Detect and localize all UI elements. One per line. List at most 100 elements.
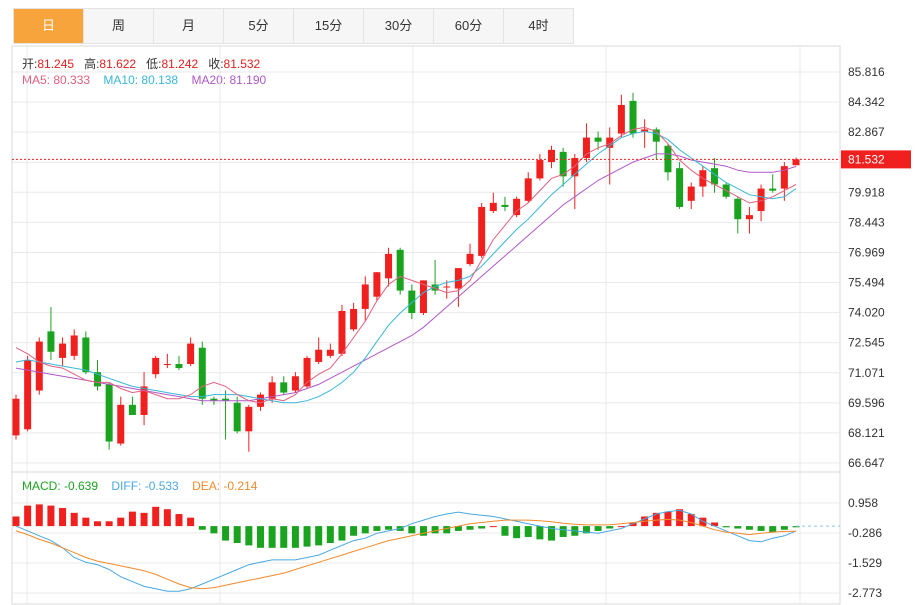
candle-body	[536, 160, 544, 179]
candle-body	[12, 398, 20, 436]
candle-body	[70, 335, 78, 356]
macd-bar	[466, 526, 474, 530]
macd-bar	[559, 526, 567, 537]
candle-body	[315, 349, 323, 362]
candle-body	[128, 404, 136, 416]
candlestick-chart[interactable]: 85.81684.34282.86781.39279.91878.44376.9…	[0, 0, 920, 605]
macd-bar	[105, 521, 113, 527]
macd-bar	[780, 526, 788, 530]
price-tick-label: 82.867	[848, 125, 885, 139]
candle-body	[548, 149, 556, 163]
price-tick-label: 79.918	[848, 185, 885, 199]
macd-bar	[757, 526, 765, 531]
macd-bar	[82, 517, 90, 527]
price-tick-label: 75.494	[848, 276, 885, 290]
macd-bar	[478, 526, 486, 529]
candle-body	[396, 249, 404, 291]
macd-bar	[245, 526, 253, 546]
candle-body	[350, 308, 358, 330]
macd-bar	[361, 526, 369, 534]
macd-bar	[175, 514, 183, 527]
macd-bar	[315, 526, 323, 546]
macd-bar	[734, 526, 742, 529]
candle-body	[245, 406, 253, 432]
price-tick-label: 76.969	[848, 245, 885, 259]
macd-bar	[326, 526, 334, 543]
macd-bar	[489, 526, 497, 528]
candle-body	[187, 343, 195, 365]
macd-bar	[664, 511, 672, 527]
candle-body	[513, 198, 521, 216]
candle-body	[35, 341, 43, 391]
macd-bar	[59, 508, 67, 527]
price-tick-label: 78.443	[848, 215, 885, 229]
price-tick-label: 84.342	[848, 95, 885, 109]
candle-body	[501, 204, 509, 207]
macd-bar	[722, 526, 730, 528]
candle-body	[233, 402, 241, 432]
macd-bar	[198, 526, 206, 530]
macd-bar	[524, 526, 532, 537]
macd-bar	[385, 526, 393, 530]
macd-bar	[338, 526, 346, 541]
candle-body	[256, 394, 264, 407]
price-tick-label: 69.596	[848, 396, 885, 410]
candle-body	[385, 253, 393, 279]
candle-body	[82, 337, 90, 373]
candle-body	[47, 331, 55, 352]
candle-body	[745, 215, 753, 220]
price-tick-label: 74.020	[848, 306, 885, 320]
macd-bar	[24, 505, 32, 527]
candle-body	[676, 168, 684, 207]
price-tick-label: 66.647	[848, 456, 885, 470]
candle-body	[361, 284, 369, 309]
candle-body	[792, 159, 800, 166]
price-tick-label: 68.121	[848, 426, 885, 440]
candle-body	[373, 272, 381, 297]
macd-bar	[373, 526, 381, 531]
candle-body	[489, 202, 497, 212]
candle-body	[408, 290, 416, 314]
candle-body	[326, 349, 334, 356]
macd-bar	[501, 526, 509, 536]
candle-body	[617, 104, 625, 134]
candle-body	[524, 178, 532, 201]
macd-bar	[163, 509, 171, 527]
macd-bar	[536, 526, 544, 540]
macd-bar	[70, 512, 78, 527]
macd-tick-label: -2.773	[848, 586, 882, 600]
macd-bar	[676, 509, 684, 527]
macd-bar	[210, 526, 218, 534]
candle-body	[687, 186, 695, 201]
macd-bar	[303, 526, 311, 547]
candle-body	[291, 376, 299, 391]
macd-bar	[513, 526, 521, 539]
macd-bar	[35, 504, 43, 527]
candle-body	[478, 206, 486, 256]
candle-body	[280, 382, 288, 393]
macd-bar	[408, 526, 416, 534]
macd-bar	[769, 526, 777, 533]
macd-bar	[280, 526, 288, 548]
macd-bar	[443, 526, 451, 534]
candle-body	[175, 364, 183, 369]
macd-bar	[140, 512, 148, 527]
macd-bar	[47, 505, 55, 527]
candle-body	[105, 384, 113, 442]
macd-bar	[431, 526, 439, 534]
macd-bar	[606, 526, 614, 529]
candle-body	[338, 310, 346, 354]
macd-bar	[12, 516, 20, 527]
candle-body	[769, 188, 777, 191]
dea-line	[15, 518, 797, 590]
candle-body	[443, 286, 451, 288]
macd-tick-label: -0.286	[848, 526, 882, 540]
candle-body	[117, 404, 125, 444]
macd-bar	[117, 517, 125, 527]
macd-bar	[128, 511, 136, 527]
macd-tick-label: 0.958	[848, 496, 878, 510]
macd-bar	[291, 526, 299, 548]
macd-bar	[745, 526, 753, 530]
macd-bar	[268, 526, 276, 548]
candle-body	[198, 347, 206, 399]
